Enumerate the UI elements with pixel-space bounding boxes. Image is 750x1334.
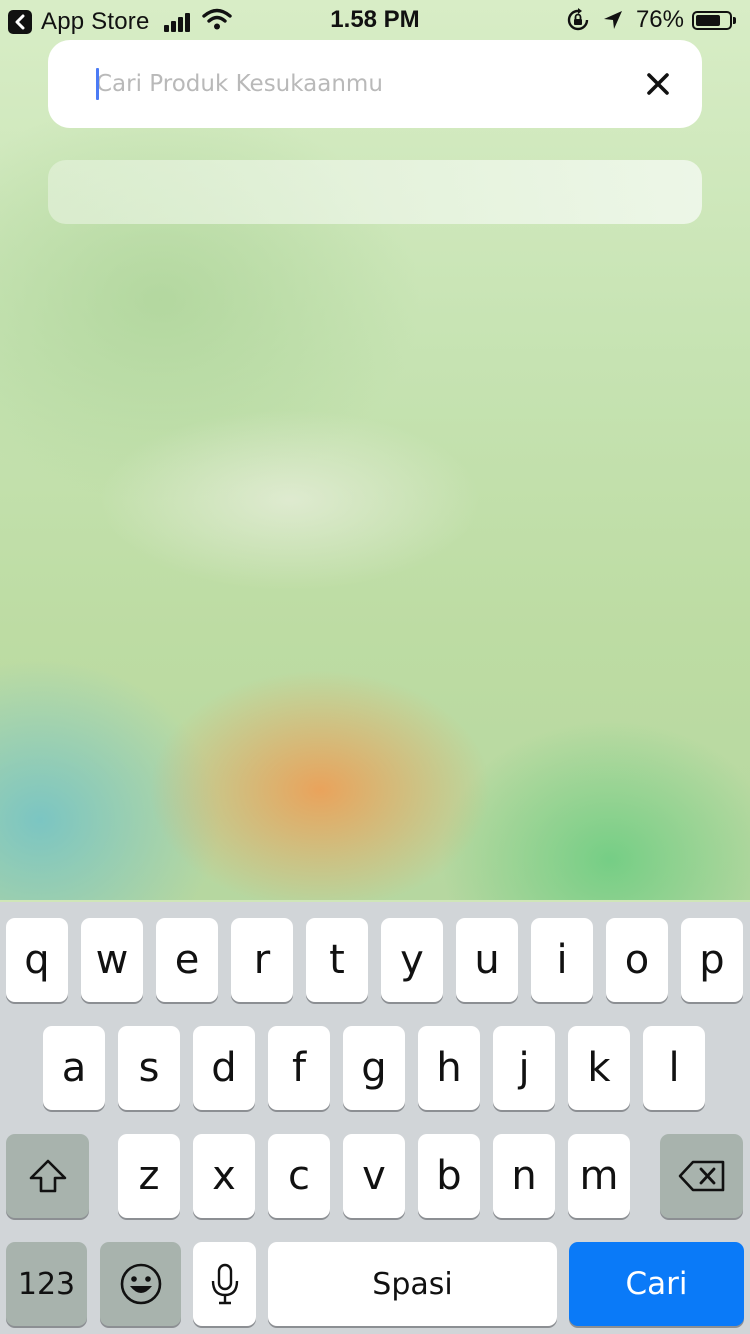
key-d[interactable]: d (193, 1026, 255, 1110)
clear-search-button[interactable] (642, 68, 674, 100)
loading-placeholder (48, 160, 702, 224)
key-u[interactable]: u (456, 918, 518, 1002)
numbers-key[interactable]: 123 (6, 1242, 87, 1326)
battery-level-fill (696, 14, 720, 26)
key-p[interactable]: p (681, 918, 743, 1002)
battery-icon (692, 10, 732, 30)
background-wallpaper (0, 0, 750, 900)
key-f[interactable]: f (268, 1026, 330, 1110)
battery-tip (733, 16, 736, 24)
key-b[interactable]: b (418, 1134, 480, 1218)
key-s[interactable]: s (118, 1026, 180, 1110)
key-h[interactable]: h (418, 1026, 480, 1110)
key-r[interactable]: r (231, 918, 293, 1002)
key-a[interactable]: a (43, 1026, 105, 1110)
key-o[interactable]: o (606, 918, 668, 1002)
battery-percentage: 76% (635, 6, 684, 33)
shift-icon (29, 1159, 66, 1193)
key-e[interactable]: e (156, 918, 218, 1002)
space-key[interactable]: Spasi (268, 1242, 557, 1326)
key-k[interactable]: k (568, 1026, 630, 1110)
emoji-icon (120, 1263, 161, 1305)
key-g[interactable]: g (343, 1026, 405, 1110)
key-v[interactable]: v (343, 1134, 405, 1218)
key-y[interactable]: y (381, 918, 443, 1002)
key-t[interactable]: t (306, 918, 368, 1002)
close-icon (647, 73, 669, 95)
key-i[interactable]: i (531, 918, 593, 1002)
search-action-key[interactable]: Cari (569, 1242, 744, 1326)
search-bar (48, 40, 702, 128)
emoji-key[interactable] (100, 1242, 181, 1326)
backspace-key[interactable] (660, 1134, 743, 1218)
key-z[interactable]: z (118, 1134, 180, 1218)
key-n[interactable]: n (493, 1134, 555, 1218)
text-cursor (96, 68, 99, 100)
key-c[interactable]: c (268, 1134, 330, 1218)
key-x[interactable]: x (193, 1134, 255, 1218)
key-w[interactable]: w (81, 918, 143, 1002)
key-j[interactable]: j (493, 1026, 555, 1110)
key-l[interactable]: l (643, 1026, 705, 1110)
orientation-lock-icon (566, 8, 590, 32)
search-input[interactable] (96, 62, 616, 106)
microphone-icon (211, 1263, 238, 1305)
status-bar: App Store 1.58 PM 76% (0, 0, 750, 40)
key-q[interactable]: q (6, 918, 68, 1002)
keyboard: qwertyuiop asdfghjkl zxcvbnm 123 Spasi C… (0, 902, 750, 1334)
shift-key[interactable] (6, 1134, 89, 1218)
location-arrow-icon (602, 9, 624, 31)
key-m[interactable]: m (568, 1134, 630, 1218)
backspace-icon (678, 1160, 724, 1192)
dictation-key[interactable] (193, 1242, 256, 1326)
